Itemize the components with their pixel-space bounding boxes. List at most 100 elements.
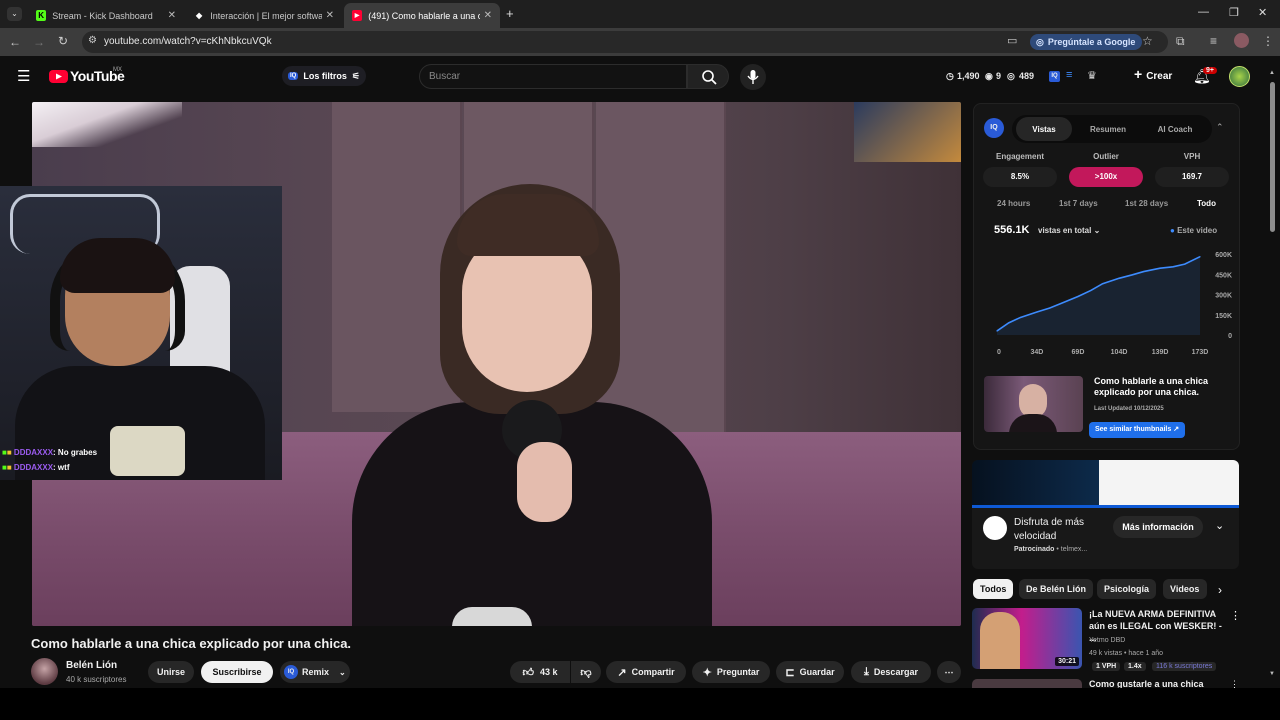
tab-ai-coach[interactable]: AI Coach	[1144, 117, 1206, 141]
profile-avatar[interactable]	[1234, 33, 1249, 48]
scroll-down-arrow-icon[interactable]: ▼	[1269, 671, 1275, 677]
advertiser-logo	[983, 516, 1007, 540]
page-scrollbar[interactable]: ▲ ▼	[1268, 70, 1277, 680]
browser-toolbar: ← → ↻ ⚙ youtube.com/watch?v=cKhNbkcuVQk …	[0, 28, 1280, 56]
ask-google-button[interactable]: ◎ Pregúntale a Google	[1030, 34, 1143, 50]
collapse-panel-icon[interactable]: ⌃	[1216, 122, 1224, 133]
views-dropdown-label: vistas en total	[1038, 226, 1092, 235]
join-button[interactable]: Unirse	[148, 661, 194, 683]
minimize-icon[interactable]: —	[1198, 6, 1209, 18]
x-tick-label: 69D	[1072, 349, 1085, 356]
remix-button[interactable]: IQ Remix ⌄	[280, 661, 350, 683]
account-avatar[interactable]	[1229, 66, 1250, 87]
stat-third: 489	[1019, 71, 1035, 81]
reload-icon[interactable]: ↻	[58, 34, 68, 48]
bookmark-icon: ⊏	[785, 666, 795, 679]
metric-vph-label: VPH	[1183, 152, 1201, 161]
close-tab-icon[interactable]: ✕	[168, 10, 176, 21]
views-data-point	[1077, 295, 1079, 298]
video-thumbnail[interactable]	[984, 376, 1083, 432]
trophy-icon[interactable]: ♛	[1087, 69, 1097, 82]
chip-psicologia[interactable]: Psicología	[1097, 579, 1157, 599]
tab-youtube-video[interactable]: ▶ (491) Como hablarle a una chic ✕	[344, 3, 500, 28]
tab-vistas[interactable]: Vistas	[1016, 117, 1072, 141]
views-data-point	[1199, 256, 1201, 258]
views-data-point	[1036, 311, 1038, 313]
x-tick-label: 104D	[1111, 349, 1128, 356]
iq-extension-icon[interactable]: IQ	[1049, 71, 1060, 82]
presenter-face	[462, 232, 592, 392]
close-tab-icon[interactable]: ✕	[484, 10, 492, 21]
views-data-point	[1172, 266, 1174, 268]
tab-resumen[interactable]: Resumen	[1078, 117, 1138, 141]
ad-cta-button[interactable]: Más información	[1113, 516, 1203, 538]
extensions-icon[interactable]: ⧉	[1176, 34, 1185, 49]
create-button[interactable]: + Crear	[1126, 66, 1180, 86]
scroll-up-arrow-icon[interactable]: ▲	[1269, 70, 1275, 76]
y-tick-label: 150K	[1215, 313, 1232, 320]
cast-icon[interactable]: ▭	[1007, 34, 1017, 47]
range-24-hours[interactable]: 24 hours	[997, 199, 1030, 208]
download-button[interactable]: ⤓ Descargar	[851, 661, 931, 683]
like-button[interactable]: 👍︎ 43 k	[510, 661, 570, 683]
close-tab-icon[interactable]: ✕	[326, 10, 334, 21]
close-window-icon[interactable]: ✕	[1258, 6, 1267, 19]
bookmark-star-icon[interactable]: ☆	[1142, 34, 1153, 48]
y-tick-label: 300K	[1215, 293, 1232, 300]
scrollbar-thumb[interactable]	[1270, 82, 1275, 232]
chips-next-chevron-icon[interactable]: ›	[1218, 583, 1222, 597]
see-similar-thumbnails-button[interactable]: See similar thumbnails ↗	[1089, 422, 1186, 438]
tab-search-icon[interactable]: ⌄	[7, 7, 22, 21]
recommendation-menu-icon[interactable]: ⋮	[1230, 679, 1239, 688]
snack-cup	[110, 426, 185, 476]
tab-interaccion[interactable]: ◆ Interacción | El mejor software pa ✕	[186, 3, 342, 28]
restore-icon[interactable]: ❐	[1229, 6, 1239, 19]
y-tick-label: 0	[1228, 333, 1232, 340]
new-tab-icon[interactable]: +	[506, 6, 514, 21]
hamburger-menu-icon[interactable]: ☰	[17, 67, 30, 85]
save-button[interactable]: ⊏ Guardar	[776, 661, 844, 683]
forward-icon[interactable]: →	[33, 35, 45, 49]
site-info-icon[interactable]: ⚙	[88, 35, 97, 46]
views-data-point	[1060, 302, 1063, 304]
bottom-bar	[0, 688, 1280, 720]
dislike-button[interactable]: 👎︎	[571, 661, 601, 683]
chat-text: : wtf	[53, 463, 70, 472]
ask-button[interactable]: ✦ Preguntar	[692, 661, 770, 683]
range-todo[interactable]: Todo	[1197, 199, 1216, 208]
tab-kick-dashboard[interactable]: K Stream - Kick Dashboard ✕	[28, 3, 184, 28]
views-dropdown[interactable]: vistas en total ⌄	[1038, 226, 1100, 235]
recommendation-title[interactable]: Como gustarle a una chica	[1089, 679, 1204, 688]
recommendation-menu-icon[interactable]: ⋮	[1230, 609, 1241, 622]
channel-name[interactable]: Belén Lión	[66, 660, 117, 671]
list-toggle-icon[interactable]: ≡	[1066, 69, 1072, 81]
subscribe-button[interactable]: Suscribirse	[201, 661, 273, 683]
presenter-hand	[517, 442, 572, 522]
wall-poster	[854, 102, 961, 162]
iq-remix-icon: IQ	[284, 665, 298, 679]
los-filtros-button[interactable]: IQ Los filtros ⚟	[282, 66, 366, 86]
address-bar[interactable]: ⚙ youtube.com/watch?v=cKhNbkcuVQk ▭ ◎ Pr…	[82, 31, 1168, 53]
ad-expand-chevron-icon[interactable]: ⌄	[1215, 519, 1224, 532]
chip-videos[interactable]: Videos	[1163, 579, 1207, 599]
range-first-7-days[interactable]: 1st 7 days	[1059, 199, 1098, 208]
recommendation-thumbnail[interactable]: 30:21	[972, 608, 1082, 669]
ask-google-label: Pregúntale a Google	[1047, 37, 1136, 47]
back-icon[interactable]: ←	[9, 35, 21, 49]
range-first-28-days[interactable]: 1st 28 days	[1125, 199, 1168, 208]
browser-menu-icon[interactable]: ⋮	[1262, 34, 1274, 48]
channel-avatar[interactable]	[31, 658, 58, 685]
voice-search-button[interactable]	[740, 64, 766, 90]
search-input[interactable]: Buscar	[419, 64, 687, 89]
reading-list-icon[interactable]: ≡	[1210, 34, 1217, 48]
recommendation-thumbnail[interactable]	[972, 679, 1082, 688]
search-button[interactable]	[687, 64, 729, 89]
more-actions-button[interactable]: ⋯	[937, 661, 961, 683]
chip-todos[interactable]: Todos	[973, 579, 1014, 599]
recommendation-channel: Yetmo DBD	[1089, 637, 1126, 644]
share-button[interactable]: ↗ Compartir	[606, 661, 686, 683]
youtube-logo-icon[interactable]	[49, 70, 68, 83]
ad-card[interactable]: Disfruta de más velocidad Patrocinado • …	[972, 460, 1239, 569]
chip-de-belen-lion[interactable]: De Belén Lión	[1019, 579, 1094, 599]
search-icon	[702, 70, 717, 85]
